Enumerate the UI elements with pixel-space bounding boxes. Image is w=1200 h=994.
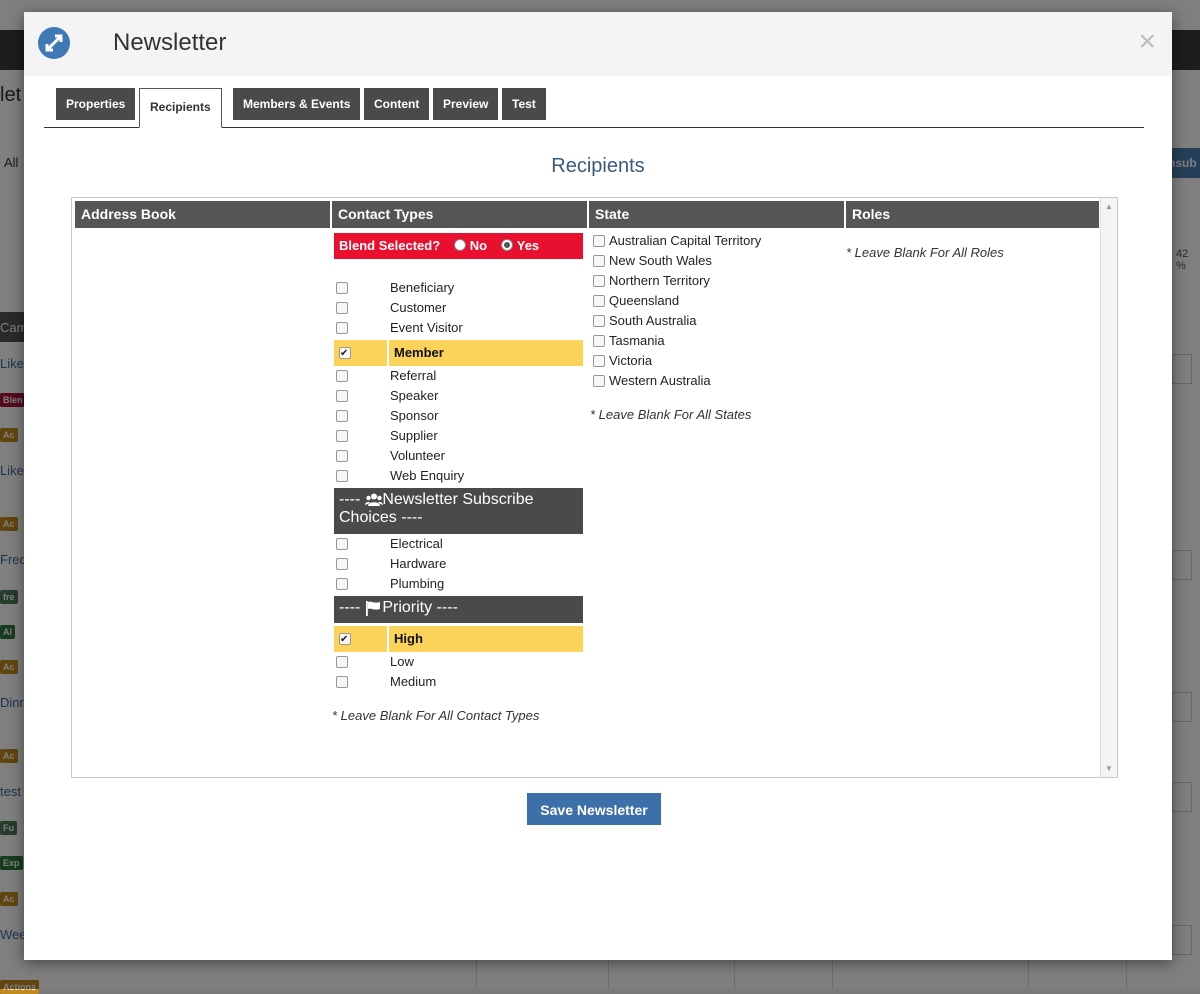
priority-label: Low: [390, 654, 414, 669]
subscribe-choice-label: Plumbing: [390, 576, 445, 591]
roles-note: * Leave Blank For All Roles: [846, 245, 1004, 260]
subscribe-choice-checkbox[interactable]: [336, 538, 348, 550]
contact-type-checkbox[interactable]: [336, 450, 348, 462]
state-checkbox[interactable]: [593, 375, 605, 387]
priority-label: High: [394, 631, 423, 646]
subscribe-group-heading: ---- Newsletter Subscribe Choices ----: [334, 488, 583, 534]
state-row: New South Wales: [72, 251, 832, 271]
tab-content[interactable]: Content: [364, 88, 430, 120]
state-label: South Australia: [609, 313, 697, 328]
priority-checkbox[interactable]: [339, 630, 351, 650]
close-button[interactable]: ×: [1138, 26, 1156, 58]
state-label: Victoria: [609, 353, 653, 368]
expand-arrows-icon: [45, 34, 63, 52]
subscribe-choice-checkbox[interactable]: [336, 578, 348, 590]
priority-group-heading: ---- Priority ----: [334, 596, 583, 623]
state-label: Northern Territory: [609, 273, 710, 288]
state-checkbox[interactable]: [593, 335, 605, 347]
panel-scrollbar[interactable]: ▲ ▼: [1100, 198, 1117, 777]
subscribe-choice-row: Plumbing: [72, 574, 592, 594]
column-header-contact-types: Contact Types: [332, 201, 587, 228]
contact-types-note: * Leave Blank For All Contact Types: [332, 708, 540, 723]
state-row: Queensland: [72, 291, 832, 311]
state-label: Tasmania: [609, 333, 665, 348]
modal-header: Newsletter ×: [24, 12, 1172, 76]
column-header-state: State: [589, 201, 844, 228]
state-checkbox[interactable]: [593, 315, 605, 327]
recipients-panel: Address Book Contact Types State Roles B…: [71, 197, 1118, 778]
state-label: Australian Capital Territory: [609, 233, 762, 248]
contact-type-row: Supplier: [72, 426, 592, 446]
state-checkbox[interactable]: [593, 295, 605, 307]
tab-bar: Properties Recipients Members & Events C…: [44, 88, 1144, 128]
contact-type-checkbox[interactable]: [336, 390, 348, 402]
contact-type-label: Supplier: [390, 428, 438, 443]
contact-type-row: Web Enquiry: [72, 466, 592, 486]
priority-row-selected: [72, 629, 592, 650]
contact-type-label: Sponsor: [390, 408, 439, 423]
state-label: Western Australia: [609, 373, 711, 388]
contact-type-label: Web Enquiry: [390, 468, 465, 483]
subscribe-choice-row: Electrical: [72, 534, 592, 554]
tab-members-events[interactable]: Members & Events: [233, 88, 361, 120]
modal-title: Newsletter: [113, 29, 227, 56]
subscribe-choice-checkbox[interactable]: [336, 558, 348, 570]
state-row: Tasmania: [72, 331, 832, 351]
scroll-up-arrow-icon[interactable]: ▲: [1105, 202, 1113, 211]
priority-checkbox[interactable]: [336, 676, 348, 688]
expand-button[interactable]: [38, 27, 70, 59]
states-note: * Leave Blank For All States: [590, 407, 752, 422]
subscribe-choice-label: Electrical: [390, 536, 443, 551]
state-label: Queensland: [609, 293, 680, 308]
state-checkbox[interactable]: [593, 235, 605, 247]
flag-icon: [366, 601, 380, 616]
state-row: Australian Capital Territory: [72, 231, 832, 251]
state-row: Western Australia: [72, 371, 832, 391]
save-newsletter-button[interactable]: Save Newsletter: [527, 793, 661, 825]
state-row: South Australia: [72, 311, 832, 331]
priority-label: Medium: [390, 674, 437, 689]
priority-row: Low: [72, 652, 592, 672]
state-checkbox[interactable]: [593, 355, 605, 367]
section-title: Recipients: [551, 155, 645, 177]
tab-properties[interactable]: Properties: [56, 88, 136, 120]
column-header-roles: Roles: [846, 201, 1099, 228]
users-icon: [365, 493, 383, 506]
priority-row: Medium: [72, 672, 592, 692]
priority-checkbox[interactable]: [336, 656, 348, 668]
tab-recipients[interactable]: Recipients: [139, 88, 222, 128]
newsletter-modal: Newsletter × Properties Recipients Membe…: [24, 12, 1172, 960]
tab-test[interactable]: Test: [502, 88, 546, 120]
state-checkbox[interactable]: [593, 275, 605, 287]
contact-type-checkbox[interactable]: [336, 430, 348, 442]
contact-type-checkbox[interactable]: [336, 410, 348, 422]
priority-group-title: ---- Priority ----: [339, 599, 458, 616]
contact-type-label: Volunteer: [390, 448, 445, 463]
contact-type-row: Sponsor: [72, 406, 592, 426]
state-row: Northern Territory: [72, 271, 832, 291]
tab-preview[interactable]: Preview: [433, 88, 499, 120]
state-row: Victoria: [72, 351, 832, 371]
scroll-down-arrow-icon[interactable]: ▼: [1105, 764, 1113, 773]
contact-type-row: Volunteer: [72, 446, 592, 466]
state-checkbox[interactable]: [593, 255, 605, 267]
column-header-address-book: Address Book: [75, 201, 330, 228]
contact-type-checkbox[interactable]: [336, 470, 348, 482]
subscribe-choice-label: Hardware: [390, 556, 447, 571]
subscribe-choice-row: Hardware: [72, 554, 592, 574]
state-label: New South Wales: [609, 253, 712, 268]
